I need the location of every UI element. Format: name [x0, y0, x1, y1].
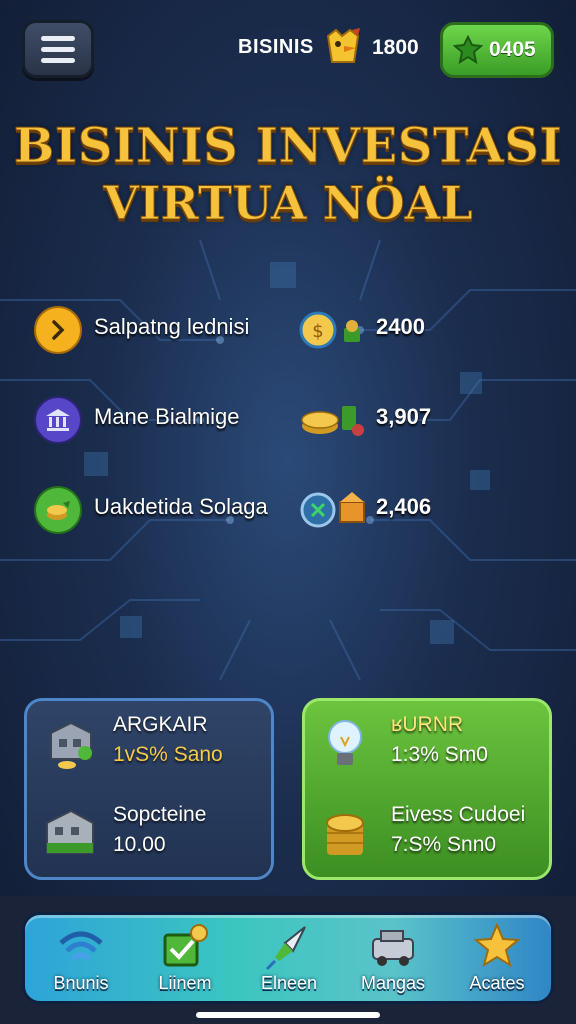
coin-balance: 1800 — [372, 36, 419, 59]
nav-item-liinem[interactable]: Liinem — [135, 915, 235, 1003]
gem-value: 0405 — [489, 38, 536, 61]
investment-label: Uakdetida Solaga — [94, 494, 268, 519]
brand-label: BISINIS — [238, 36, 314, 58]
investment-row[interactable]: Uakdetida Solaga 2,406 — [34, 482, 554, 536]
panel-item-rate: 1vS% Sano — [113, 743, 223, 766]
hamburger-icon — [41, 35, 75, 41]
nav-label: Bnunis — [53, 973, 109, 993]
panel-item[interactable]: Sopcteine 10.00 — [41, 799, 271, 871]
nav-label: Elneen — [260, 973, 318, 993]
coin-stack-icon — [326, 814, 364, 855]
panel-item-rate: 1:3% Sm0 — [391, 743, 488, 766]
panel-item-value: 10.00 — [113, 833, 166, 856]
coin-stack-icon — [301, 406, 364, 436]
nav-label: Acates — [469, 973, 525, 993]
panel-item[interactable]: ʁURNR 1:3% Sm0 — [319, 709, 549, 781]
investment-label: Mane Bialmige — [94, 404, 240, 429]
home-indicator — [196, 1012, 380, 1018]
investment-row[interactable]: Mane Bialmige 3,907 — [34, 392, 554, 446]
panel-item-rate: 7:S% Snn0 — [391, 833, 497, 856]
panel-item-title: ARGKAIR — [113, 713, 208, 736]
menu-button[interactable] — [22, 20, 94, 78]
business-panel-right[interactable]: ʁURNR 1:3% Sm0 Eivess Cudoei 7:S% Snn0 — [302, 698, 552, 880]
arrow-right-icon — [34, 306, 82, 354]
hamburger-line — [41, 57, 75, 63]
panel-item[interactable]: ARGKAIR 1vS% Sano — [41, 709, 271, 781]
wifi-icon — [59, 931, 103, 961]
gem-icon — [453, 35, 483, 65]
coin-stack-icon — [34, 486, 82, 534]
rocket-icon — [265, 926, 306, 971]
lightbulb-icon — [328, 720, 362, 765]
coin-bird-icon — [326, 28, 360, 63]
panel-item[interactable]: Eivess Cudoei 7:S% Snn0 — [319, 799, 549, 871]
hamburger-line — [41, 46, 75, 52]
star-icon — [473, 922, 521, 968]
investment-row[interactable]: Salpatng lednisi $ 2400 — [34, 302, 554, 356]
checkbox-icon — [163, 924, 208, 967]
factory-icon — [50, 721, 92, 769]
nav-item-mangas[interactable]: Mangas — [343, 915, 443, 1003]
bank-icon — [34, 396, 82, 444]
game-title-line2: VIRTUA NÖAL — [103, 176, 473, 231]
nav-item-acates[interactable]: Acates — [447, 915, 547, 1003]
chest-icon — [300, 492, 365, 528]
nav-item-bnunis[interactable]: Bnunis — [31, 915, 131, 1003]
nav-label: Mangas — [360, 973, 426, 993]
car-icon — [372, 930, 414, 966]
investment-value: 2,406 — [376, 494, 432, 519]
nav-label: Liinem — [158, 973, 212, 993]
nav-item-elneen[interactable]: Elneen — [239, 915, 339, 1003]
gem-balance-button[interactable]: 0405 — [440, 22, 554, 78]
investment-label: Salpatng lednisi — [94, 314, 250, 339]
coin-icon: $ — [299, 311, 360, 349]
building-icon — [46, 809, 94, 854]
investment-value: 2400 — [376, 314, 425, 339]
panel-item-title: Sopcteine — [113, 803, 207, 826]
panel-item-title: Eivess Cudoei — [391, 803, 526, 826]
business-panel-left[interactable]: ARGKAIR 1vS% Sano Sopcteine 10.00 — [24, 698, 274, 880]
bottom-nav: Bnunis Liinem Elneen Mangas Acates — [22, 912, 554, 1004]
panel-item-title: ʁURNR — [391, 713, 464, 736]
game-title-line1: BISINIS INVESTASI — [13, 118, 563, 175]
svg-text:$: $ — [312, 321, 323, 342]
investment-value: 3,907 — [376, 404, 432, 429]
